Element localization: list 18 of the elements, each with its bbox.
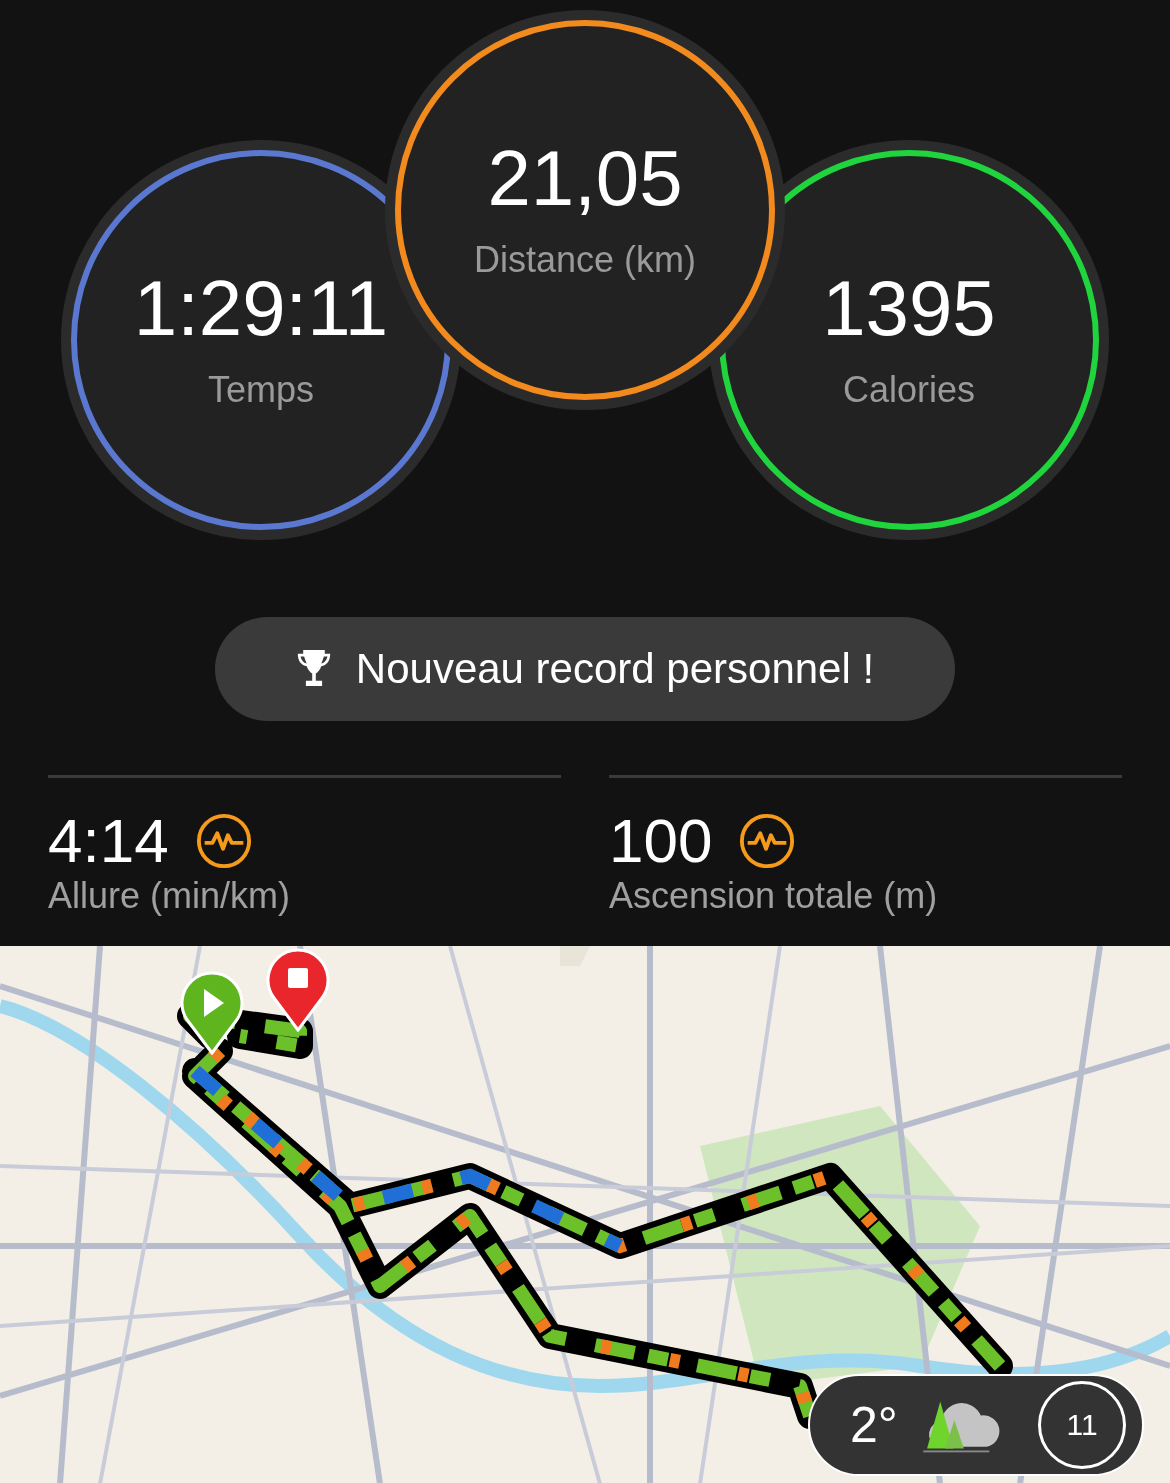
ring-value: 21,05: [487, 139, 683, 217]
ring-value: 1395: [822, 269, 996, 347]
stat-label: Ascension totale (m): [609, 875, 939, 918]
weather-widget[interactable]: 2° 11: [808, 1374, 1144, 1476]
start-marker-icon: [180, 971, 244, 1055]
ring-value: 1:29:11: [133, 269, 389, 347]
stat-label: Allure (min/km): [48, 875, 291, 918]
stat-value: 4:14: [48, 808, 169, 874]
banner-text: Nouveau record personnel !: [355, 645, 875, 693]
pulse-icon: [738, 811, 797, 870]
ring-label: Calories: [842, 369, 975, 411]
finish-marker-icon: [266, 948, 330, 1032]
pulse-icon: [194, 811, 253, 870]
clock-dial: 11: [1038, 1381, 1126, 1469]
temperature: 2°: [850, 1396, 898, 1454]
ring-label: Temps: [208, 369, 314, 411]
stat-value: 100: [609, 808, 713, 874]
ring-label: Distance (km): [474, 239, 696, 281]
